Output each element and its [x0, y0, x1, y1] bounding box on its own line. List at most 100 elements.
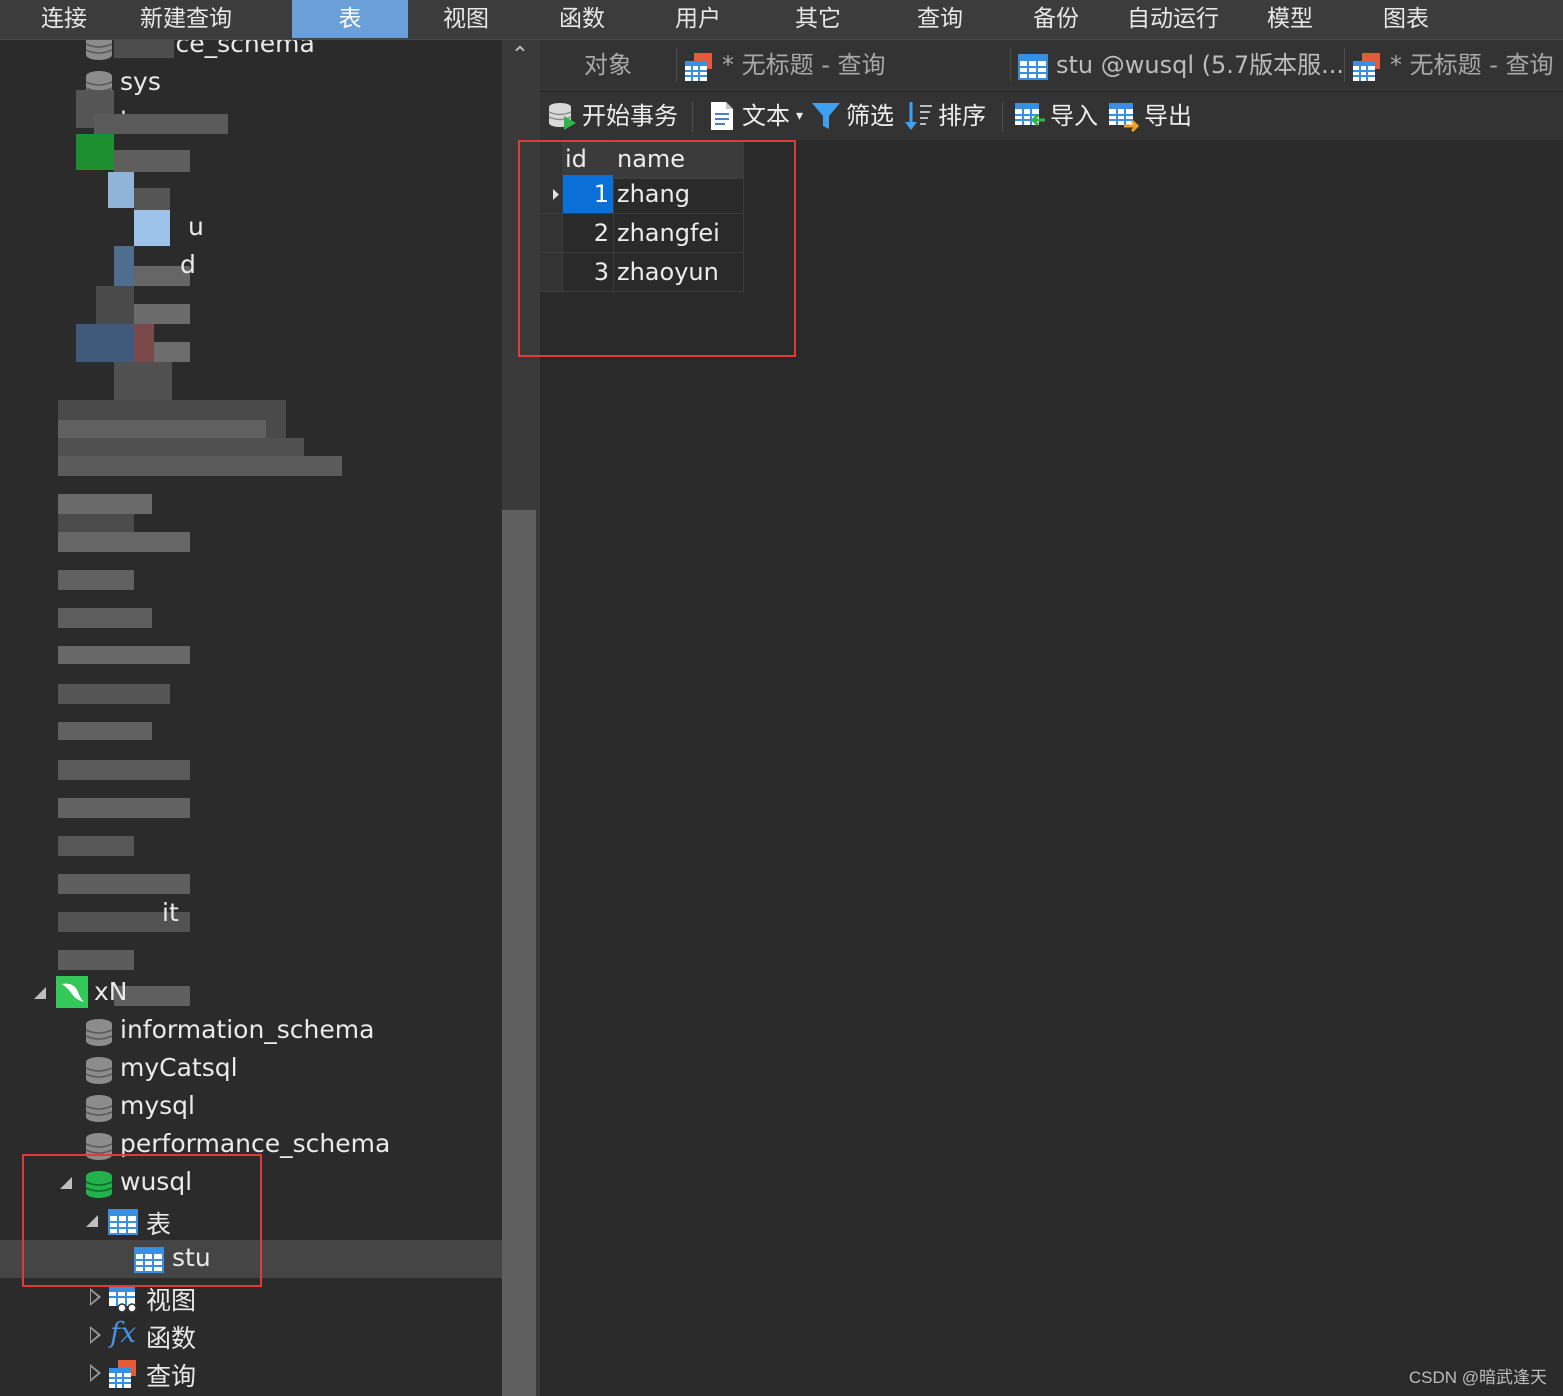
function-icon: fx — [110, 1316, 137, 1349]
dropdown-arrow-icon[interactable]: ▾ — [796, 98, 803, 134]
tab-strip: 对象 * 无标题 - 查询 stu @wusql (5.7版本服... * 无标… — [540, 40, 1563, 90]
table-cell-id[interactable]: 2 — [563, 214, 614, 253]
data-grid: id name 1 zhang 2 zhangfei 3 zhaoyun — [540, 140, 1563, 1396]
collapsed-arrow-icon[interactable] — [90, 1326, 101, 1344]
query-icon — [685, 53, 712, 81]
nav-connection[interactable]: xN — [0, 974, 502, 1012]
collapsed-arrow-icon[interactable] — [90, 1364, 101, 1382]
nav-queries-label: 查询 — [146, 1362, 197, 1391]
nav-db-mycatsql[interactable]: myCatsql — [0, 1050, 502, 1088]
nav-db-mysql[interactable]: mysql — [0, 1088, 502, 1126]
table-cell-id[interactable]: 3 — [563, 253, 614, 292]
database-icon — [85, 1133, 113, 1160]
sort-icon — [905, 102, 932, 130]
tab-divider — [1010, 48, 1011, 82]
table-cell-name[interactable]: zhangfei — [614, 214, 744, 253]
filter-icon — [812, 103, 840, 129]
menu-connect[interactable]: 连接 — [22, 0, 106, 38]
object-navigator: mance_schema sys tes — [0, 40, 502, 1396]
table-toolbar: 开始事务 文本 ▾ 筛选 排序 导入 导出 — [540, 92, 1563, 140]
table-icon — [108, 1209, 138, 1235]
database-icon — [85, 1095, 113, 1122]
menu-model[interactable]: 模型 — [1250, 0, 1330, 38]
export-icon — [1109, 103, 1140, 132]
database-icon — [85, 1057, 113, 1084]
row-selector[interactable] — [540, 214, 563, 253]
expanded-arrow-icon[interactable] — [34, 987, 46, 999]
nav-fragment: u — [188, 212, 204, 241]
nav-db-label: wusql — [120, 1167, 193, 1196]
table-icon — [134, 1247, 164, 1273]
table-cell-name[interactable]: zhaoyun — [614, 253, 744, 292]
nav-tables-label: 表 — [146, 1210, 172, 1239]
tab-query-untitled-2[interactable]: * 无标题 - 查询 — [1390, 40, 1554, 90]
collapsed-arrow-icon[interactable] — [90, 1288, 101, 1306]
database-icon — [85, 1019, 113, 1046]
scrollbar-thumb[interactable] — [502, 510, 536, 1396]
tab-query-untitled-1[interactable]: * 无标题 - 查询 — [722, 40, 886, 90]
nav-fragment: d — [180, 250, 196, 279]
text-label: 文本 — [742, 102, 790, 130]
import-icon — [1015, 103, 1045, 127]
tab-divider — [676, 48, 677, 82]
mysql-connection-icon — [56, 976, 88, 1008]
column-header-name[interactable]: name — [614, 140, 744, 179]
menu-chart[interactable]: 图表 — [1366, 0, 1446, 38]
nav-db-label: information_schema — [120, 1015, 375, 1044]
menu-user[interactable]: 用户 — [658, 0, 738, 38]
toolbar-divider — [1002, 102, 1003, 132]
nav-table-label: stu — [172, 1243, 211, 1272]
menu-table[interactable]: 表 — [292, 0, 408, 38]
tab-objects[interactable]: 对象 — [584, 40, 632, 90]
scroll-up-icon[interactable]: ⌃ — [508, 45, 532, 67]
document-icon — [711, 102, 733, 130]
current-row-arrow-icon — [553, 189, 559, 200]
database-icon — [85, 40, 113, 60]
nav-db-performance-schema-top[interactable]: mance_schema — [0, 40, 502, 64]
menu-other[interactable]: 其它 — [778, 0, 858, 38]
database-open-icon — [85, 1171, 113, 1198]
menu-function[interactable]: 函数 — [542, 0, 622, 38]
nav-db-performance-schema[interactable]: performance_schema — [0, 1126, 502, 1164]
tab-table-stu[interactable]: stu @wusql (5.7版本服... — [1056, 40, 1344, 90]
query-icon — [1353, 53, 1380, 81]
table-cell-name[interactable]: zhang — [614, 175, 744, 214]
nav-db-label: sys — [120, 67, 161, 96]
nav-tables-node[interactable]: 表 — [0, 1202, 502, 1240]
tab-divider — [1344, 48, 1345, 82]
query-icon — [109, 1360, 136, 1388]
nav-queries-node[interactable]: 查询 — [0, 1354, 502, 1392]
menu-backup[interactable]: 备份 — [1016, 0, 1096, 38]
main-menu-bar: 连接 新建查询 表 视图 函数 用户 其它 查询 备份 自动运行 模型 图表 — [0, 0, 1563, 40]
expanded-arrow-icon[interactable] — [86, 1215, 98, 1227]
grid-corner — [540, 140, 563, 179]
nav-db-information-schema[interactable]: information_schema — [0, 1012, 502, 1050]
view-icon — [109, 1286, 137, 1313]
toolbar-divider — [692, 102, 693, 132]
row-selector[interactable] — [540, 175, 563, 214]
transaction-icon — [548, 103, 576, 130]
sort-label: 排序 — [938, 102, 986, 130]
nav-fragment: it — [162, 898, 179, 927]
nav-views-label: 视图 — [146, 1286, 197, 1315]
begin-transaction-label: 开始事务 — [582, 102, 678, 130]
nav-table-stu[interactable]: stu — [0, 1240, 502, 1278]
menu-new-query[interactable]: 新建查询 — [128, 0, 244, 38]
nav-views-node[interactable]: 视图 — [0, 1278, 502, 1316]
table-icon — [1018, 54, 1048, 80]
menu-query[interactable]: 查询 — [900, 0, 980, 38]
row-selector[interactable] — [540, 253, 563, 292]
nav-functions-node[interactable]: fx 函数 — [0, 1316, 502, 1354]
nav-connection-label: xN — [94, 977, 128, 1006]
column-header-id[interactable]: id — [563, 140, 614, 179]
filter-label: 筛选 — [846, 102, 894, 130]
nav-db-label: performance_schema — [120, 1129, 391, 1158]
menu-view[interactable]: 视图 — [426, 0, 506, 38]
table-cell-id[interactable]: 1 — [563, 175, 614, 214]
nav-db-label: myCatsql — [120, 1053, 238, 1082]
nav-db-wusql[interactable]: wusql — [0, 1164, 502, 1202]
expanded-arrow-icon[interactable] — [60, 1177, 72, 1189]
menu-automation[interactable]: 自动运行 — [1118, 0, 1228, 38]
watermark: CSDN @暗武逢天 — [1408, 1368, 1547, 1387]
nav-db-label: mysql — [120, 1091, 195, 1120]
